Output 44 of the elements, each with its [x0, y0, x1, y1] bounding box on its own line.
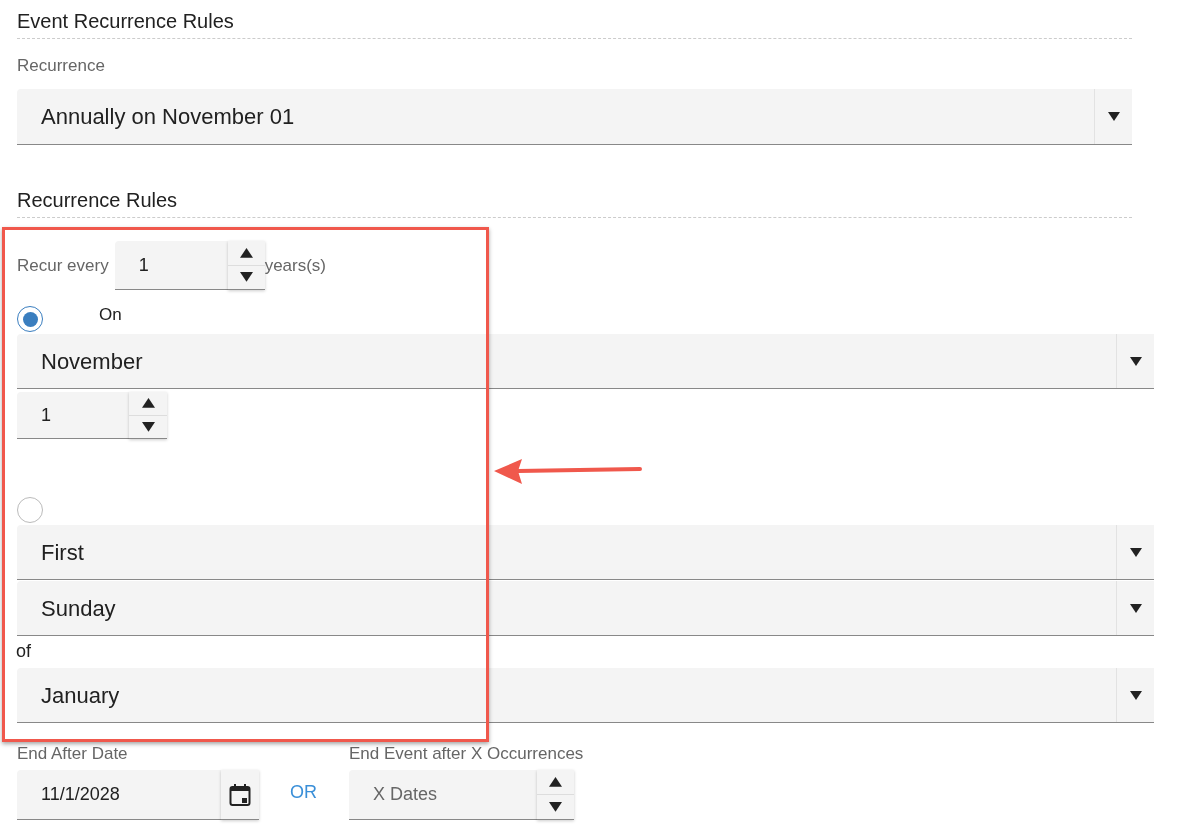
caret-icon [1107, 112, 1120, 121]
caret-icon [1129, 603, 1142, 613]
dropdown-toggle[interactable] [1116, 334, 1154, 388]
number-field[interactable]: 1 [17, 392, 129, 439]
decrement-button[interactable] [537, 794, 574, 819]
section-title: Event Recurrence Rules [17, 9, 235, 34]
decrement-button[interactable] [129, 414, 167, 438]
down-arrow-icon [549, 802, 562, 812]
down-arrow-icon [239, 272, 253, 283]
field-label: Recur every [17, 254, 109, 277]
field-label: End After Date [17, 743, 129, 765]
section-title: Recurrence Rules [17, 188, 179, 213]
up-arrow-icon [141, 398, 155, 409]
field-label: End Event after X Occurrences [349, 743, 584, 765]
increment-button[interactable] [129, 392, 167, 415]
dropdown-field[interactable]: January [17, 668, 1154, 723]
number-field[interactable]: X Dates [349, 770, 537, 820]
increment-button[interactable] [227, 241, 265, 265]
calendar-icon [229, 782, 251, 807]
separator-text: OR [290, 781, 317, 804]
calendar-button[interactable] [221, 770, 259, 820]
dropdown-toggle[interactable] [1116, 581, 1154, 635]
caret-icon [1129, 547, 1142, 557]
dropdown-field[interactable]: Sunday [17, 581, 1154, 636]
caret-icon [1129, 356, 1142, 366]
dropdown-toggle[interactable] [1116, 668, 1154, 722]
dropdown-field[interactable]: First [17, 525, 1154, 580]
connector-text: of [16, 640, 32, 662]
radio-button[interactable] [17, 306, 43, 332]
number-field[interactable]: 1 [114, 241, 228, 290]
down-arrow-icon [141, 421, 155, 432]
field-label: Recurrence [17, 55, 106, 77]
dropdown-field[interactable]: Annually on November 01 [17, 89, 1132, 145]
option-label: On [99, 304, 122, 326]
radio-button[interactable] [17, 497, 43, 523]
dropdown-field[interactable]: November [17, 334, 1154, 389]
up-arrow-icon [239, 247, 253, 258]
increment-button[interactable] [537, 770, 574, 794]
unit-label: years(s) [264, 254, 327, 277]
up-arrow-icon [549, 777, 562, 787]
date-field[interactable]: 11/1/2028 [17, 770, 221, 820]
caret-icon [1129, 690, 1142, 700]
dropdown-toggle[interactable] [1094, 89, 1132, 144]
dropdown-toggle[interactable] [1116, 525, 1154, 579]
